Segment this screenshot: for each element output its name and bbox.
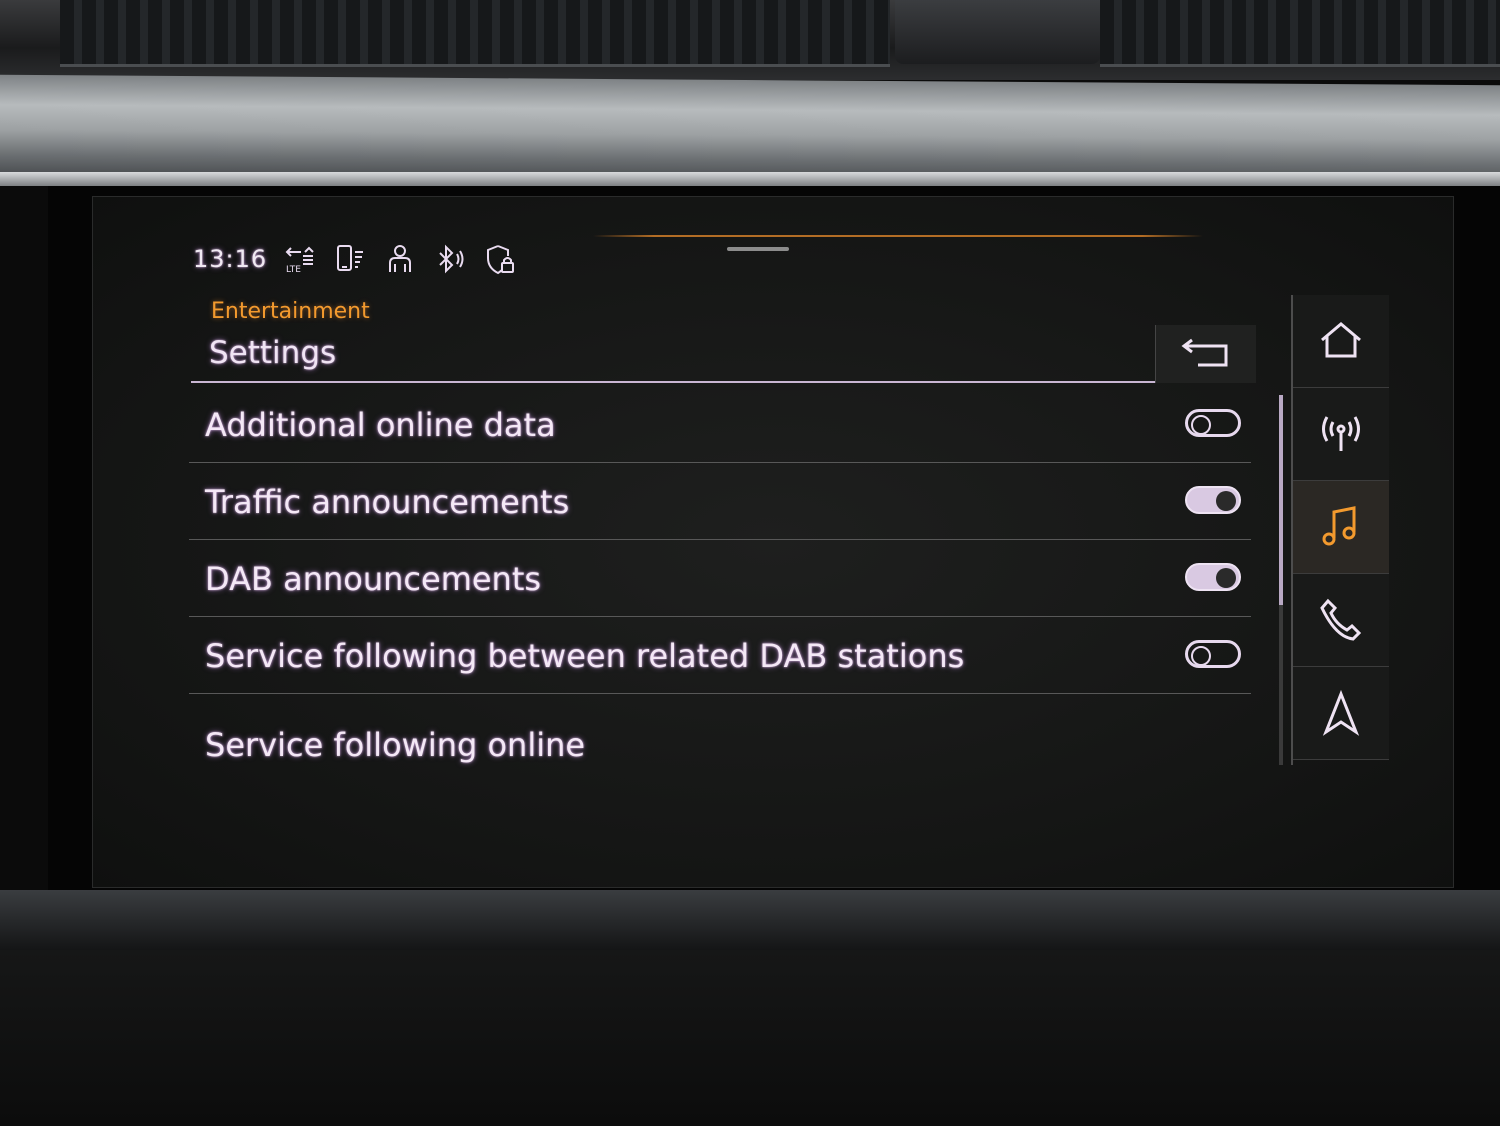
back-button[interactable]: [1155, 325, 1256, 383]
music-note-icon: [1322, 506, 1356, 546]
page-title: Settings: [209, 335, 337, 371]
nav-navigation-button[interactable]: [1293, 667, 1389, 760]
lower-panel: [0, 950, 1500, 1126]
nav-media-button[interactable]: [1293, 481, 1389, 574]
toggle-switch[interactable]: [1185, 486, 1241, 514]
row-divider: [189, 616, 1251, 617]
toggle-switch[interactable]: [1185, 409, 1241, 437]
status-bar-divider: [593, 235, 1203, 237]
nav-radio-button[interactable]: [1293, 388, 1389, 481]
setting-label: DAB announcements: [205, 560, 542, 598]
air-vent-left: [60, 0, 890, 67]
header-divider: [191, 381, 1255, 383]
setting-service-following-online[interactable]: Service following online: [189, 707, 1251, 783]
setting-label: Additional online data: [205, 406, 556, 444]
setting-dab-announcements[interactable]: DAB announcements: [189, 541, 1251, 617]
setting-service-following-dab[interactable]: Service following between related DAB st…: [189, 618, 1251, 694]
bluetooth-icon: [433, 242, 467, 276]
infotainment-screen: 13:16 LTE Entertainment Settings Additio…: [92, 196, 1454, 888]
air-vent-right: [1100, 0, 1500, 67]
radio-antenna-icon: [1322, 416, 1360, 451]
lower-trim: [0, 890, 1500, 950]
nav-phone-button[interactable]: [1293, 574, 1389, 667]
lte-signal-icon: LTE: [283, 242, 317, 276]
toggle-switch[interactable]: [1185, 563, 1241, 591]
nav-home-button[interactable]: [1293, 295, 1389, 388]
row-divider: [189, 539, 1251, 540]
clock: 13:16: [193, 245, 268, 273]
pull-down-handle[interactable]: [727, 247, 789, 251]
navigation-arrow-icon: [1322, 689, 1360, 736]
aluminum-trim: [0, 74, 1500, 186]
row-divider: [189, 693, 1251, 694]
breadcrumb: Entertainment: [211, 299, 370, 324]
settings-list: Additional online data Traffic announcem…: [189, 387, 1251, 887]
car-dashboard: 13:16 LTE Entertainment Settings Additio…: [0, 0, 1500, 1126]
back-arrow-icon: [1181, 338, 1228, 367]
home-icon: [1321, 322, 1361, 358]
setting-label: Service following online: [205, 726, 586, 764]
setting-traffic-announcements[interactable]: Traffic announcements: [189, 464, 1251, 540]
phone-data-icon: [333, 242, 367, 276]
row-divider: [189, 462, 1251, 463]
svg-text:LTE: LTE: [286, 265, 301, 275]
toggle-switch[interactable]: [1185, 640, 1241, 668]
status-bar: 13:16 LTE: [193, 239, 517, 279]
privacy-shield-icon: [483, 242, 517, 276]
vent-control: [895, 0, 1100, 64]
setting-label: Traffic announcements: [205, 483, 570, 521]
side-navigation: [1291, 295, 1389, 765]
scrollbar-thumb[interactable]: [1279, 395, 1283, 605]
setting-label: Service following between related DAB st…: [205, 637, 965, 675]
phone-icon: [1320, 598, 1362, 641]
setting-additional-online-data[interactable]: Additional online data: [189, 387, 1251, 463]
trim-edge: [0, 172, 1500, 186]
user-profile-icon: [383, 242, 417, 276]
